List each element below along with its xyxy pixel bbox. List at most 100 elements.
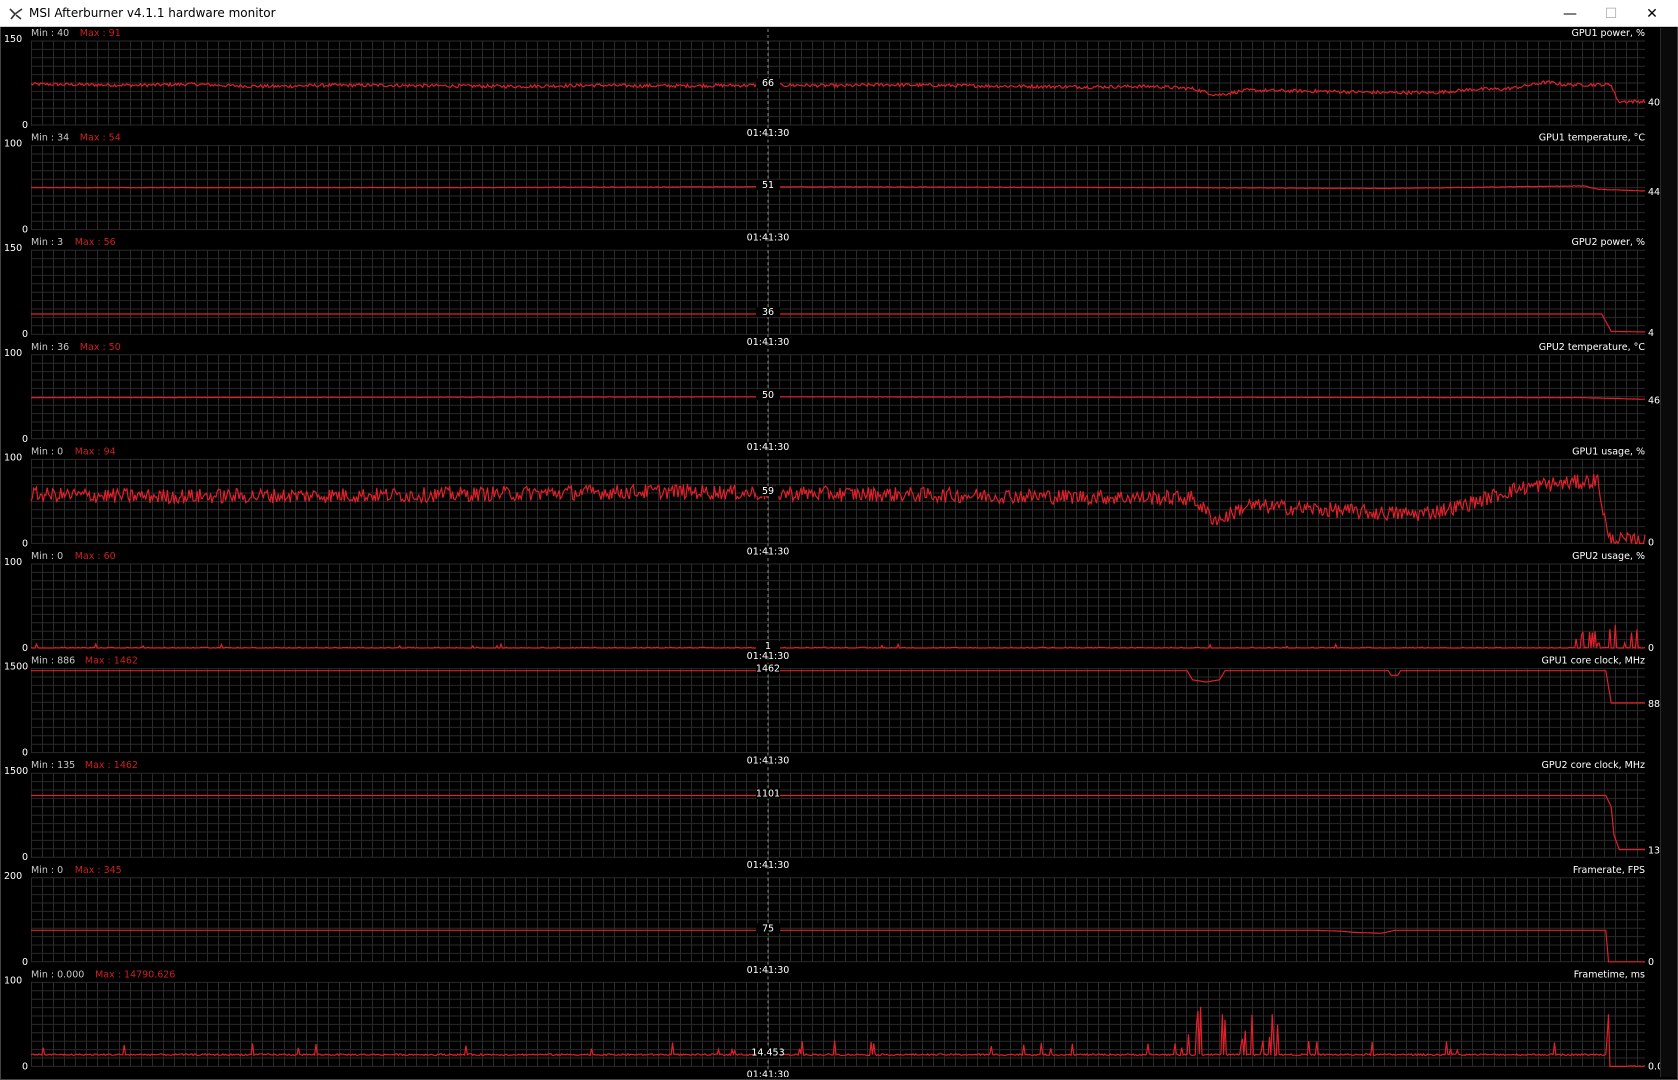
graph-panel-3[interactable]: 100 0 Min : 36 Max : 50 GPU2 temperature, °C… <box>4 342 1660 453</box>
min-value-label: Min : 0 <box>31 865 63 876</box>
cursor-value-label: 1101 <box>756 789 780 800</box>
y-axis-top-tick: 100 <box>4 348 22 359</box>
min-value-label: Min : 886 <box>31 656 75 667</box>
max-value-label: Max : 50 <box>80 342 121 353</box>
graph-title: GPU1 core clock, MHz <box>1542 656 1645 667</box>
cursor-time-label: 01:41:30 <box>747 233 790 244</box>
cursor-value-label: 1462 <box>756 664 780 675</box>
graph-title: Frametime, ms <box>1574 969 1645 980</box>
graph-panel-4[interactable]: 100 0 Min : 0 Max : 94 GPU1 usage, % 59 01:41:… <box>4 446 1654 558</box>
graph-title: GPU2 usage, % <box>1572 551 1645 562</box>
cursor-time-label: 01:41:30 <box>747 128 790 139</box>
min-value-label: Min : 135 <box>31 760 75 771</box>
max-value-label: Max : 54 <box>80 133 121 144</box>
graph-grid <box>31 877 1645 963</box>
current-value-label: 0 <box>1648 538 1654 549</box>
min-value-label: Min : 40 <box>31 28 69 39</box>
min-value-label: Min : 3 <box>31 237 63 248</box>
minimize-button[interactable]: — <box>1549 0 1591 27</box>
graph-panel-2[interactable]: 150 0 Min : 3 Max : 56 GPU2 power, % 36 01:41:… <box>4 237 1654 349</box>
max-value-label: Max : 91 <box>80 28 121 39</box>
y-axis-bottom-tick: 0 <box>22 957 28 968</box>
cursor-time-label: 01:41:30 <box>747 442 790 453</box>
graph-panel-5[interactable]: 1000Min : 0 Max : 60 GPU2 usage, %101:41:3… <box>4 551 1654 662</box>
graph-grid <box>31 563 1645 649</box>
current-value-label: 0 <box>1648 643 1654 654</box>
max-value-label: Max : 56 <box>75 237 116 248</box>
current-value-label: 44 <box>1648 187 1660 198</box>
current-value-label: 0 <box>1648 957 1654 968</box>
current-value-label: 46 <box>1648 395 1660 406</box>
cursor-value-label: 75 <box>762 923 774 934</box>
graph-grid <box>31 668 1645 754</box>
graph-panel-8[interactable]: 200 0 Min : 0 Max : 345 Framerate, FPS 75 01:4… <box>4 865 1654 976</box>
y-axis-top-tick: 100 <box>4 557 22 568</box>
min-value-label: Min : 34 <box>31 133 69 144</box>
graph-grid <box>31 772 1645 858</box>
afterburner-app-icon <box>9 8 23 20</box>
y-axis-top-tick: 200 <box>4 871 22 882</box>
y-axis-bottom-tick: 0 <box>22 434 28 445</box>
graph-title: GPU2 power, % <box>1571 237 1645 248</box>
maximize-button[interactable]: ☐ <box>1590 0 1632 27</box>
cursor-time-label: 01:41:30 <box>747 546 790 557</box>
y-axis-top-tick: 150 <box>4 243 22 254</box>
current-value-label: 4 <box>1648 328 1654 339</box>
y-axis-top-tick: 1500 <box>4 662 28 673</box>
max-value-label: Max : 60 <box>75 551 116 562</box>
min-value-label: Min : 36 <box>31 342 69 353</box>
max-value-label: Max : 1462 <box>85 656 138 667</box>
close-button[interactable]: ✕ <box>1631 0 1673 27</box>
y-axis-bottom-tick: 0 <box>22 748 28 759</box>
graph-title: GPU2 core clock, MHz <box>1542 760 1645 771</box>
graph-panel-9[interactable]: 100 0 Min : 0.000 Max : 14790.626 Frametime,… <box>4 969 1675 1077</box>
max-value-label: Max : 14790.626 <box>95 969 175 980</box>
y-axis-top-tick: 150 <box>4 34 22 45</box>
y-axis-top-tick: 100 <box>4 975 22 986</box>
cursor-time-label: 01:41:30 <box>747 651 790 662</box>
cursor-time-label: 01:41:30 <box>747 965 790 976</box>
cursor-time-label: 01:41:30 <box>747 756 790 767</box>
graph-panel-1[interactable]: 100 0 Min : 34 Max : 54 GPU1 temperature, °C… <box>4 133 1660 244</box>
graph-panel-7[interactable]: 1500 0 Min : 135 Max : 1462 GPU2 core clock,… <box>4 760 1666 872</box>
cursor-time-label: 01:41:30 <box>747 1069 790 1077</box>
max-value-label: Max : 94 <box>75 446 116 457</box>
y-axis-bottom-tick: 0 <box>22 538 28 549</box>
cursor-time-label: 01:41:30 <box>747 337 790 348</box>
window-title: MSI Afterburner v4.1.1 hardware monitor <box>29 6 276 20</box>
y-axis-bottom-tick: 0 <box>22 1061 28 1072</box>
graph-panel-0[interactable]: 150 0 Min : 40 Max : 91 GPU1 power, % 66 01:41… <box>4 28 1660 139</box>
y-axis-top-tick: 100 <box>4 452 22 463</box>
graph-title: GPU1 power, % <box>1571 28 1645 39</box>
cursor-value-label: 59 <box>762 486 774 497</box>
graph-title: GPU1 usage, % <box>1572 446 1645 457</box>
graph-title: Framerate, FPS <box>1573 865 1645 876</box>
min-value-label: Min : 0 <box>31 551 63 562</box>
vertical-scrollbar[interactable] <box>1660 28 1677 1077</box>
max-value-label: Max : 345 <box>75 865 122 876</box>
min-value-label: Min : 0.000 <box>31 969 84 980</box>
graph-title: GPU1 temperature, °C <box>1539 133 1646 144</box>
cursor-value-label: 51 <box>762 180 774 191</box>
y-axis-bottom-tick: 0 <box>22 120 28 131</box>
cursor-value-label: 66 <box>762 78 774 89</box>
cursor-value-label: 36 <box>762 307 774 318</box>
cursor-value-label: 50 <box>762 390 774 401</box>
hardware-monitor-graphs[interactable]: 1500Min : 40 Max : 91 GPU1 power, %6601:41… <box>0 27 1678 1077</box>
y-axis-top-tick: 100 <box>4 139 22 150</box>
min-value-label: Min : 0 <box>31 446 63 457</box>
current-value-label: 40 <box>1648 97 1660 108</box>
graph-title: GPU2 temperature, °C <box>1539 342 1646 353</box>
y-axis-bottom-tick: 0 <box>22 225 28 236</box>
title-bar[interactable]: MSI Afterburner v4.1.1 hardware monitor … <box>0 0 1678 27</box>
cursor-value-label: 14.453 <box>751 1048 784 1059</box>
graph-grid <box>31 40 1645 126</box>
y-axis-bottom-tick: 0 <box>22 852 28 863</box>
y-axis-top-tick: 1500 <box>4 766 28 777</box>
max-value-label: Max : 1462 <box>85 760 138 771</box>
graph-panel-6[interactable]: 1500 0 Min : 886 Max : 1462 GPU1 core clock,… <box>4 656 1666 767</box>
graph-grid <box>31 249 1645 335</box>
cursor-time-label: 01:41:30 <box>747 860 790 871</box>
y-axis-bottom-tick: 0 <box>22 329 28 340</box>
y-axis-bottom-tick: 0 <box>22 643 28 654</box>
